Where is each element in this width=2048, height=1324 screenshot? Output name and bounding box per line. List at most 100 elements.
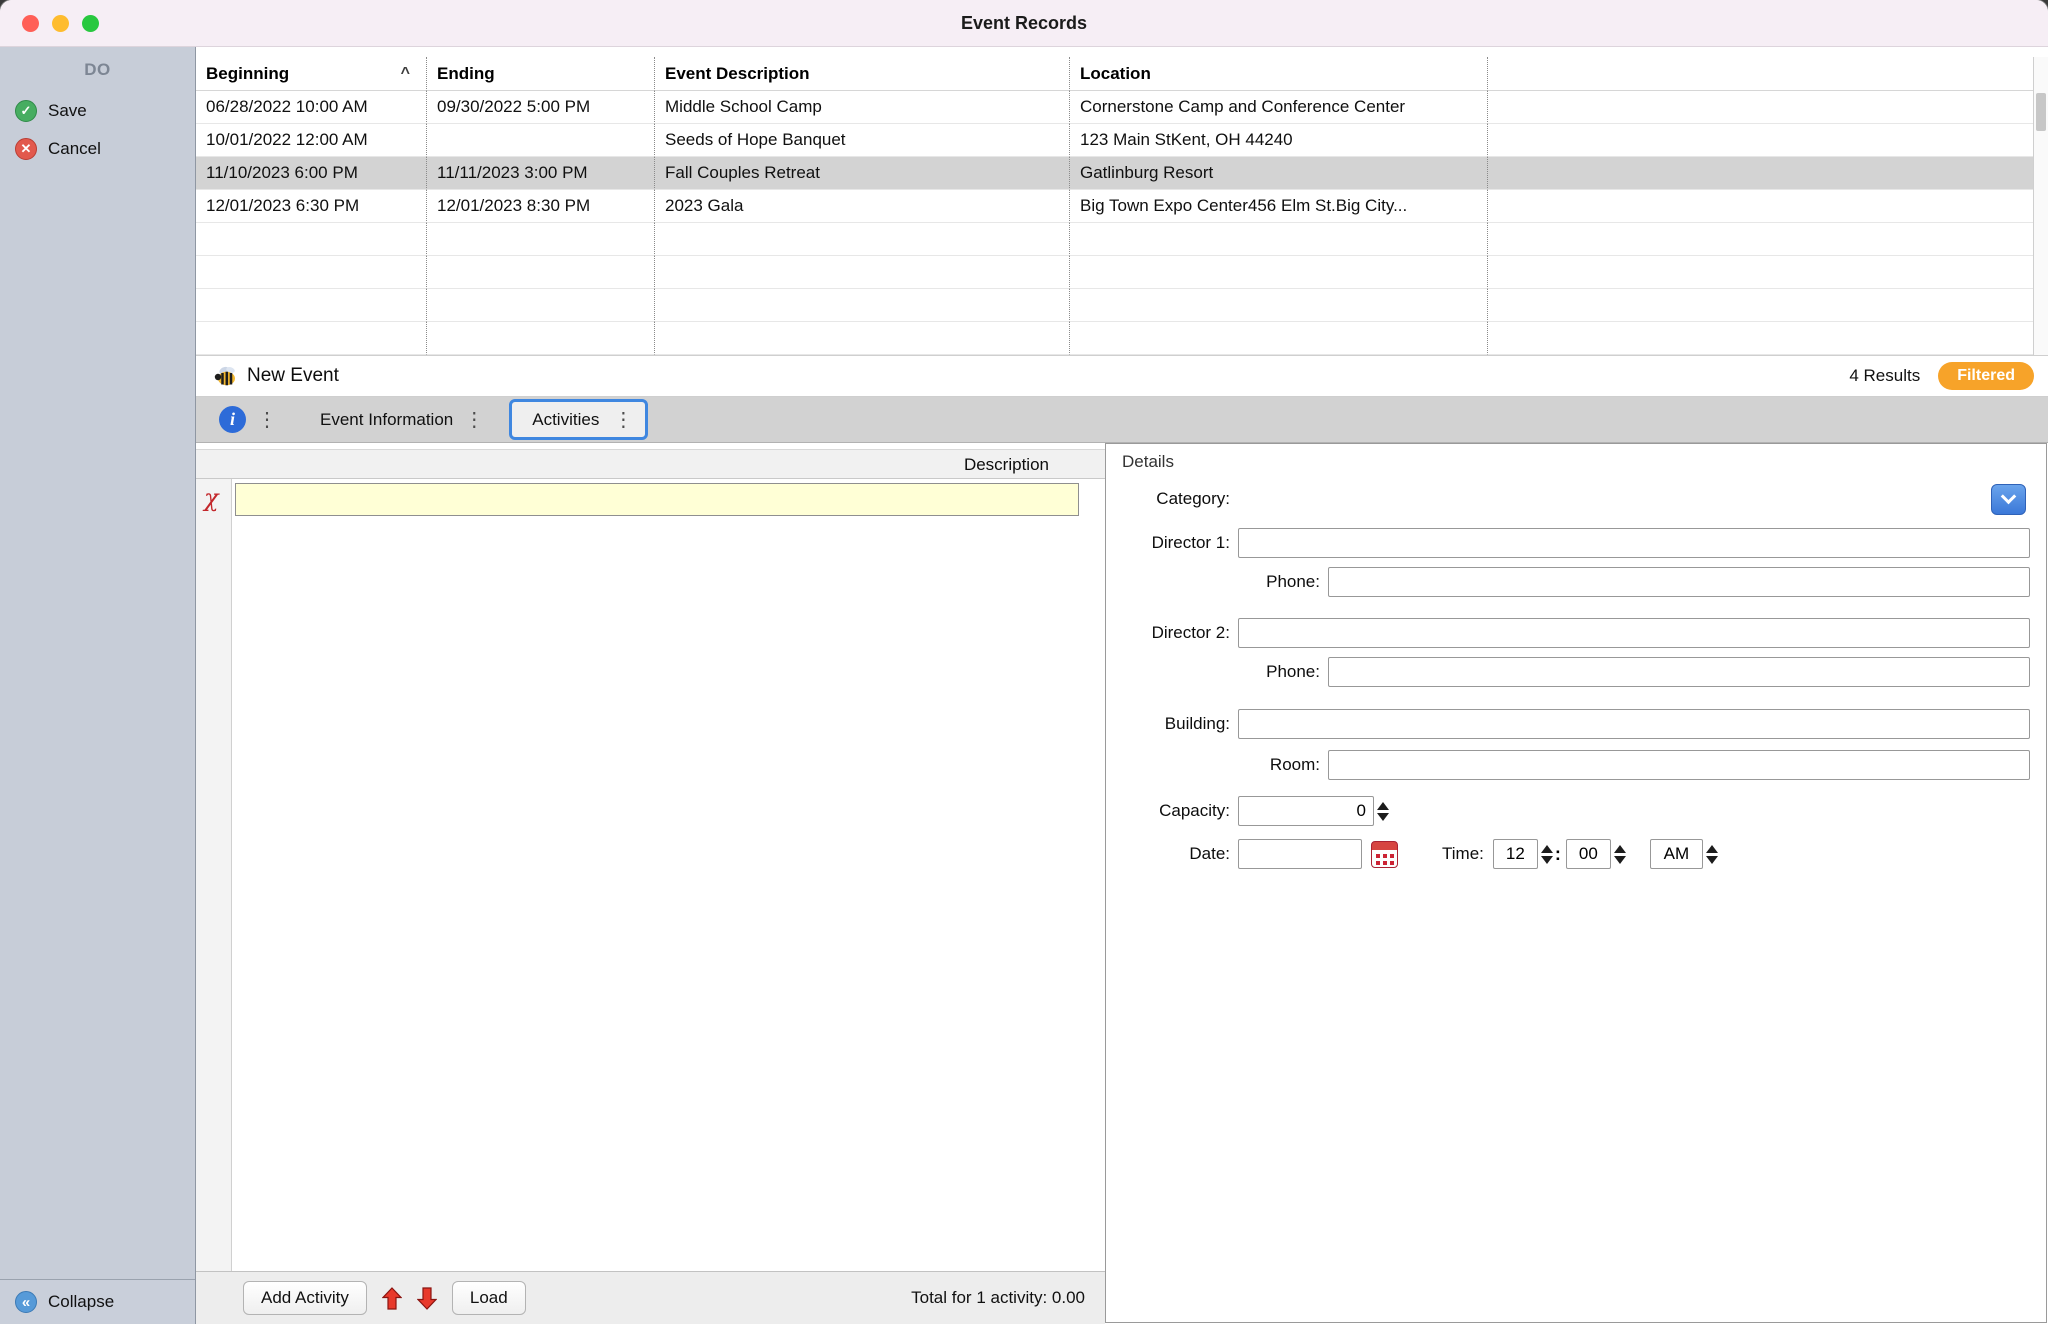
column-header-description[interactable]: Event Description [655, 57, 1070, 91]
activities-footer: Add Activity Load Total for 1 [196, 1271, 1105, 1324]
scrollbar-thumb[interactable] [2036, 93, 2046, 131]
cancel-button[interactable]: ✕ Cancel [0, 130, 195, 168]
table-scrollbar[interactable] [2033, 57, 2048, 355]
stepper-down-icon[interactable] [1614, 856, 1626, 864]
sidebar-header: DO [0, 60, 195, 80]
menu-dots-icon[interactable]: ⋮ [613, 410, 633, 430]
cell-ending[interactable]: 12/01/2023 8:30 PM [427, 190, 655, 223]
cell-beginning[interactable]: 06/28/2022 10:00 AM [196, 91, 427, 124]
column-header-beginning[interactable]: ^ Beginning [196, 57, 427, 91]
room-label: Room: [1106, 755, 1328, 775]
building-row: Building: [1106, 709, 2046, 739]
stepper-down-icon[interactable] [1541, 856, 1553, 864]
tab-activities[interactable]: Activities ⋮ [509, 399, 648, 440]
cell-beginning[interactable]: 11/10/2023 6:00 PM [196, 157, 427, 190]
details-panel: Details Category: Director 1: [1105, 443, 2047, 1323]
cell-description[interactable]: Fall Couples Retreat [655, 157, 1070, 190]
phone1-field[interactable] [1328, 567, 2030, 597]
cancel-label: Cancel [48, 139, 101, 159]
category-row: Category: [1106, 484, 2046, 514]
room-field[interactable] [1328, 750, 2030, 780]
cell-description[interactable]: Seeds of Hope Banquet [655, 124, 1070, 157]
cell-location[interactable]: Big Town Expo Center456 Elm St.Big City.… [1070, 190, 1488, 223]
tab-event-information[interactable]: Event Information [320, 410, 453, 430]
date-time-row: Date: Time: : [1106, 839, 2046, 869]
stepper-up-icon[interactable] [1706, 845, 1718, 853]
save-button[interactable]: ✓ Save [0, 92, 195, 130]
hour-stepper[interactable] [1541, 845, 1553, 864]
cell-description[interactable]: 2023 Gala [655, 190, 1070, 223]
row-gutter [196, 479, 232, 1271]
capacity-label: Capacity: [1106, 801, 1238, 821]
stepper-up-icon[interactable] [1541, 845, 1553, 853]
menu-dots-icon[interactable]: ⋮ [257, 410, 277, 430]
building-label: Building: [1106, 714, 1238, 734]
details-title: Details [1122, 452, 1174, 472]
window-title: Event Records [961, 13, 1087, 34]
capacity-row: Capacity: [1106, 796, 2046, 826]
chevron-down-icon [2001, 489, 2017, 505]
info-icon[interactable]: i [219, 406, 246, 433]
date-field[interactable] [1238, 839, 1362, 869]
director1-row: Director 1: [1106, 528, 2046, 558]
cell-ending[interactable]: 09/30/2022 5:00 PM [427, 91, 655, 124]
results-count: 4 Results [1849, 366, 1920, 386]
activity-description-input[interactable] [235, 483, 1079, 516]
ampm-stepper[interactable] [1706, 845, 1718, 864]
director1-label: Director 1: [1106, 533, 1238, 553]
stepper-up-icon[interactable] [1614, 845, 1626, 853]
director1-field[interactable] [1238, 528, 2030, 558]
stepper-down-icon[interactable] [1377, 813, 1389, 821]
cell-ending[interactable]: 11/11/2023 3:00 PM [427, 157, 655, 190]
stepper-down-icon[interactable] [1706, 856, 1718, 864]
record-bar: New Event 4 Results Filtered [196, 355, 2048, 397]
add-activity-button[interactable]: Add Activity [243, 1281, 367, 1315]
move-down-icon[interactable] [417, 1287, 437, 1310]
bee-icon [214, 364, 238, 388]
hour-field[interactable] [1493, 839, 1538, 869]
app-window: Event Records DO ✓ Save ✕ Cancel « Colla… [0, 0, 2048, 1324]
column-header-empty [1488, 57, 2048, 91]
capacity-field[interactable] [1238, 796, 1374, 826]
category-dropdown-button[interactable] [1991, 484, 2026, 515]
collapse-button[interactable]: « Collapse [0, 1279, 195, 1324]
filtered-badge[interactable]: Filtered [1938, 362, 2034, 390]
cell-location[interactable]: Cornerstone Camp and Conference Center [1070, 91, 1488, 124]
phone1-row: Phone: [1106, 567, 2046, 597]
sort-ascending-icon[interactable]: ^ [401, 57, 410, 90]
cell-location[interactable]: 123 Main StKent, OH 44240 [1070, 124, 1488, 157]
ampm-field[interactable] [1650, 839, 1703, 869]
calendar-icon[interactable] [1371, 841, 1398, 868]
phone2-row: Phone: [1106, 657, 2046, 687]
phone2-field[interactable] [1328, 657, 2030, 687]
description-column-header[interactable]: Description [196, 450, 1105, 478]
load-button[interactable]: Load [452, 1281, 526, 1315]
cell-ending[interactable] [427, 124, 655, 157]
close-window-button[interactable] [22, 15, 39, 32]
phone1-label: Phone: [1106, 572, 1328, 592]
zoom-window-button[interactable] [82, 15, 99, 32]
column-header-ending[interactable]: Ending [427, 57, 655, 91]
move-up-icon[interactable] [382, 1287, 402, 1310]
column-header-location[interactable]: Location [1070, 57, 1488, 91]
cell-description[interactable]: Middle School Camp [655, 91, 1070, 124]
delete-row-icon[interactable]: χ [204, 486, 219, 510]
minimize-window-button[interactable] [52, 15, 69, 32]
building-field[interactable] [1238, 709, 2030, 739]
director2-field[interactable] [1238, 618, 2030, 648]
cell-beginning[interactable]: 10/01/2022 12:00 AM [196, 124, 427, 157]
tab-bar: i ⋮ Event Information ⋮ Activities ⋮ [196, 397, 2048, 443]
stepper-up-icon[interactable] [1377, 802, 1389, 810]
capacity-stepper[interactable] [1377, 802, 1389, 821]
minute-field[interactable] [1566, 839, 1611, 869]
cell-location[interactable]: Gatlinburg Resort [1070, 157, 1488, 190]
date-label: Date: [1106, 844, 1238, 864]
activities-header-row: Description [196, 449, 1105, 479]
activities-list: χ [196, 479, 1105, 1271]
menu-dots-icon[interactable]: ⋮ [464, 410, 484, 430]
time-separator: : [1555, 844, 1561, 865]
collapse-icon: « [15, 1291, 37, 1313]
traffic-lights [22, 15, 99, 32]
minute-stepper[interactable] [1614, 845, 1626, 864]
cell-beginning[interactable]: 12/01/2023 6:30 PM [196, 190, 427, 223]
